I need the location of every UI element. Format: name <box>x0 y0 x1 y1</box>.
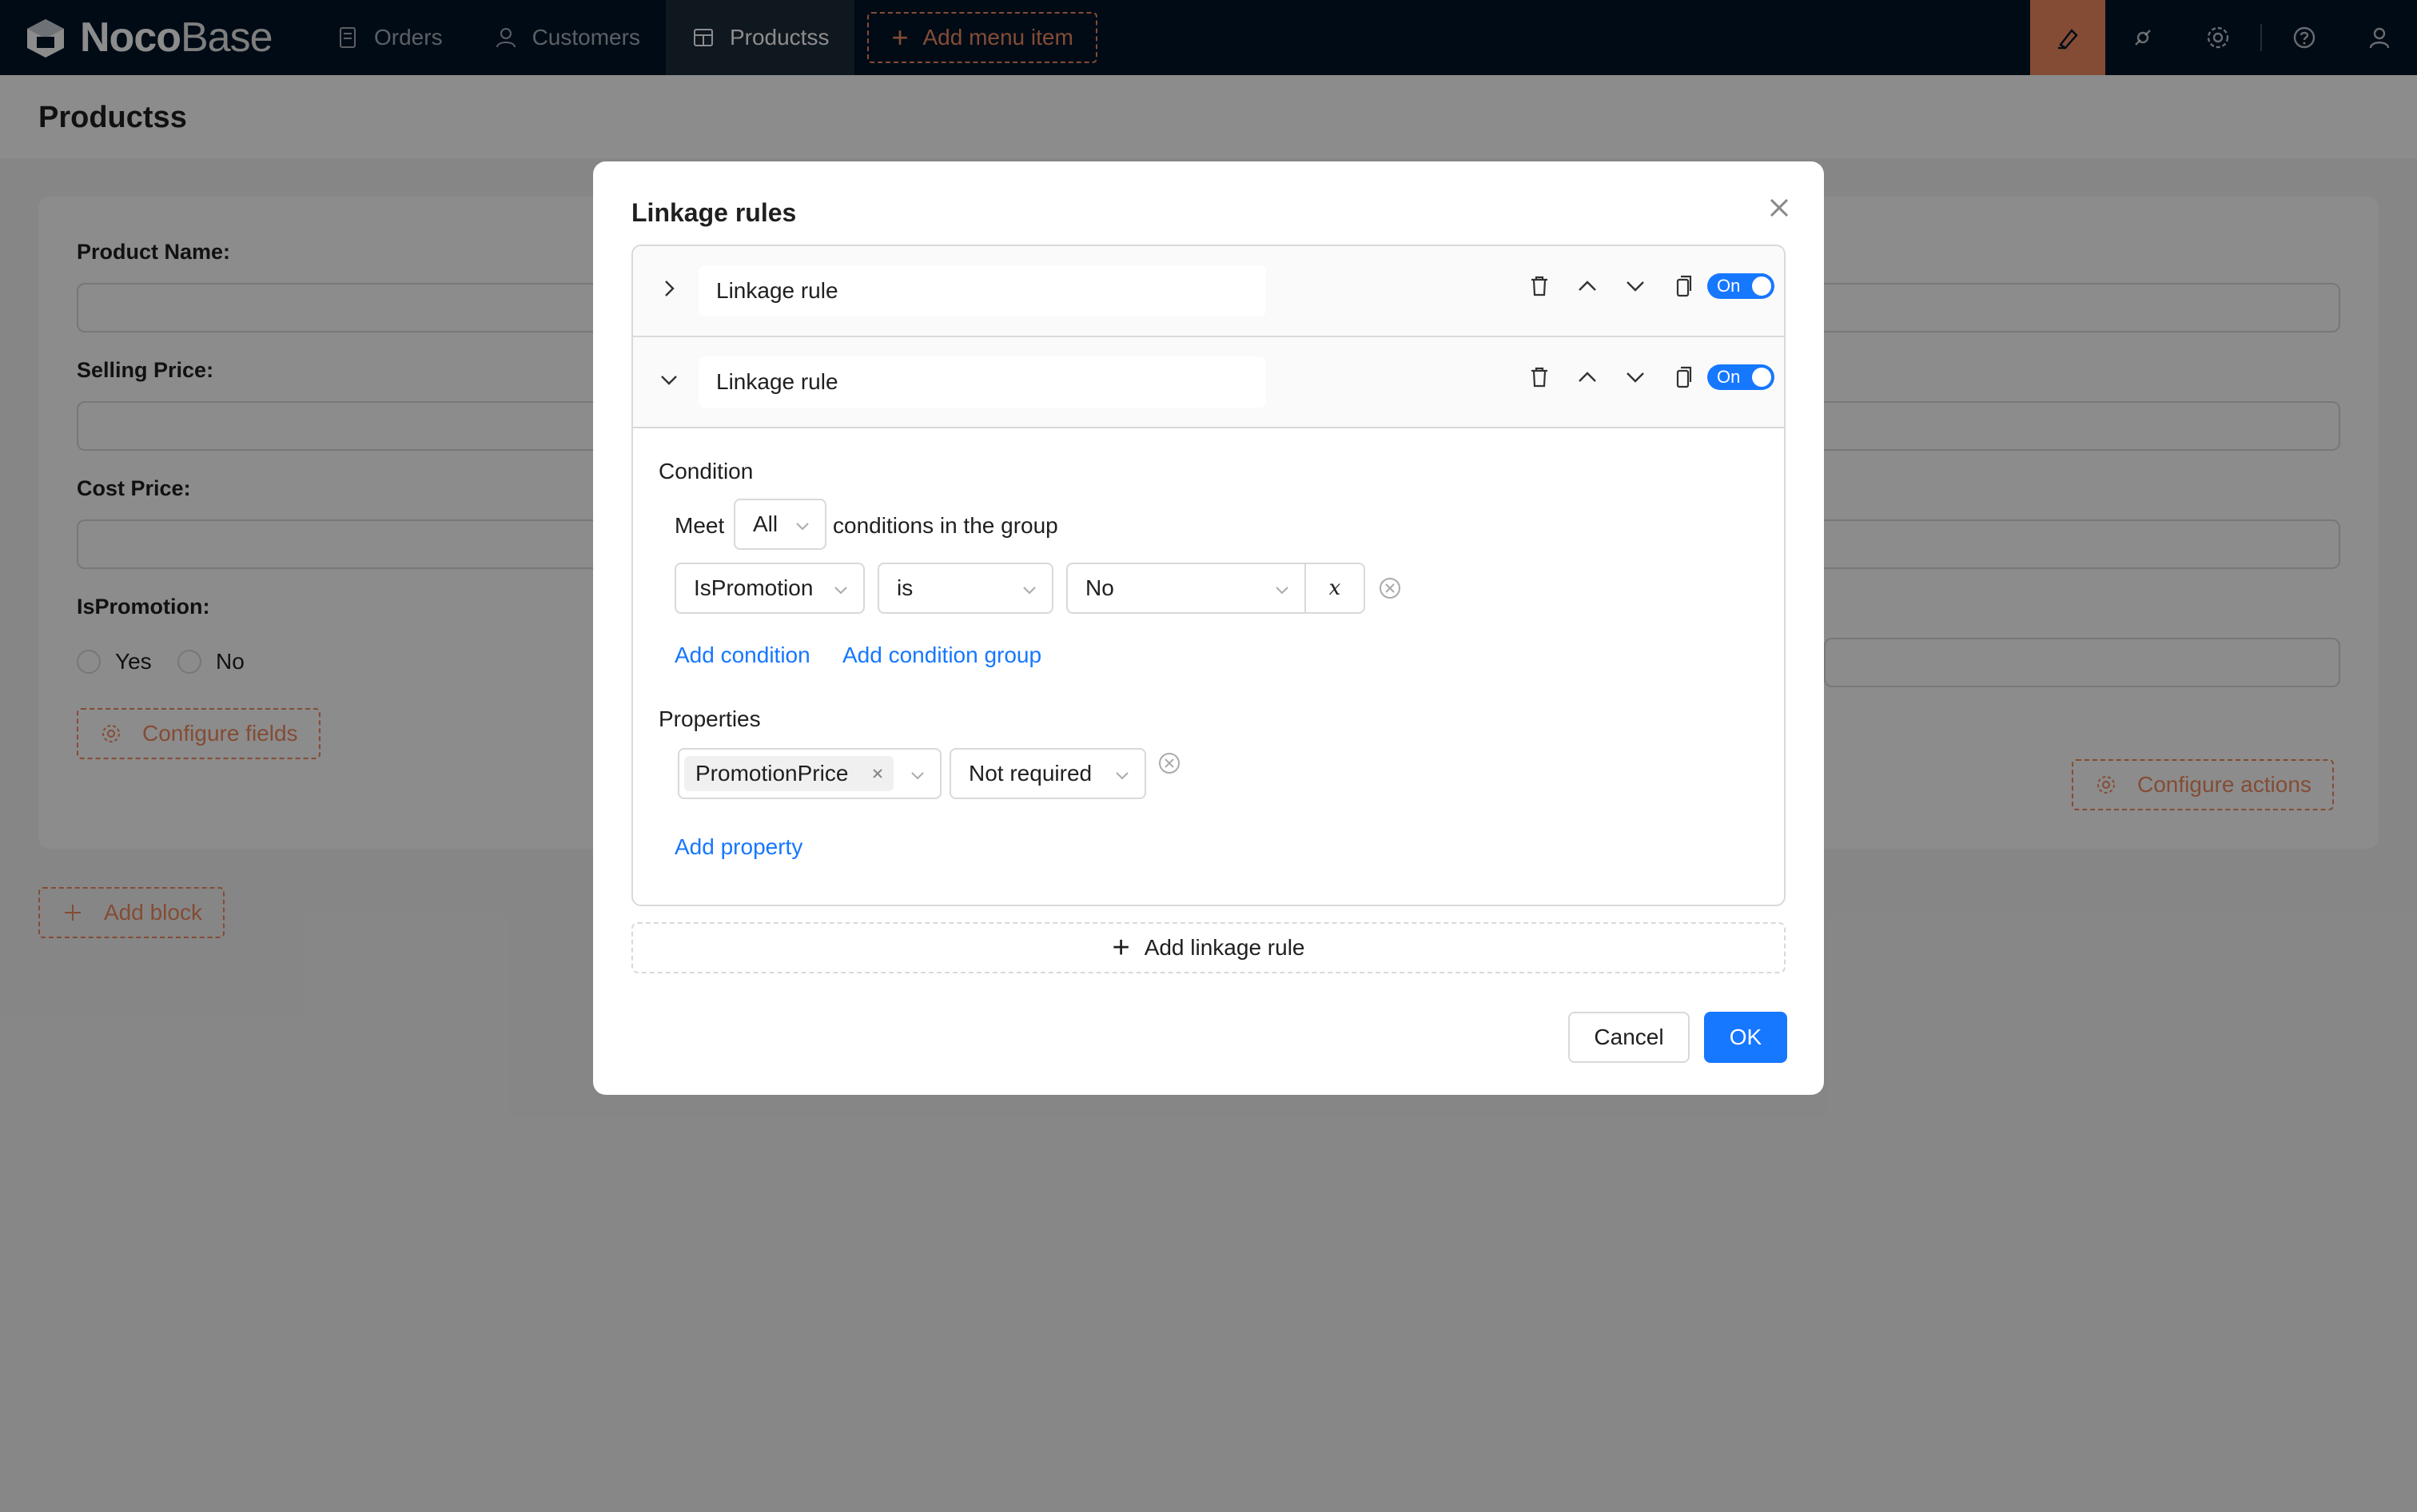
chevron-down-icon <box>1276 587 1288 595</box>
rule-enable-toggle[interactable]: On <box>1707 364 1774 390</box>
condition-section-label: Condition <box>659 459 754 483</box>
copy-icon[interactable] <box>1670 273 1696 299</box>
rule-header-2[interactable]: Linkage rule On <box>633 337 1784 428</box>
close-icon[interactable] <box>870 766 886 782</box>
delete-icon[interactable] <box>1527 273 1552 299</box>
remove-condition-icon[interactable] <box>1378 576 1402 600</box>
move-up-icon[interactable] <box>1575 364 1600 390</box>
rule-enable-toggle[interactable]: On <box>1707 273 1774 299</box>
ok-button[interactable]: OK <box>1704 1012 1787 1063</box>
condition-operator-select[interactable]: is <box>878 563 1053 614</box>
properties-section-label: Properties <box>659 706 761 731</box>
rule-actions: On <box>1527 364 1774 390</box>
chevron-right-icon[interactable] <box>657 277 681 300</box>
add-linkage-rule-label: Add linkage rule <box>1144 935 1305 960</box>
chevron-down-icon <box>1023 587 1036 595</box>
condition-value-select[interactable]: No <box>1066 563 1306 614</box>
chevron-down-icon <box>1116 772 1129 780</box>
cancel-button[interactable]: Cancel <box>1568 1012 1690 1063</box>
rule-header-1[interactable]: Linkage rule On <box>633 246 1784 337</box>
chevron-down-icon <box>834 587 847 595</box>
delete-icon[interactable] <box>1527 364 1552 390</box>
field-tag: PromotionPrice <box>684 756 894 791</box>
rule-name-input[interactable]: Linkage rule <box>699 356 1266 408</box>
remove-property-icon[interactable] <box>1157 751 1181 775</box>
move-up-icon[interactable] <box>1575 273 1600 299</box>
meet-prefix: Meet <box>675 513 725 538</box>
copy-icon[interactable] <box>1670 364 1696 390</box>
logic-select[interactable]: All <box>734 499 826 550</box>
rule-actions: On <box>1527 273 1774 299</box>
add-condition-link[interactable]: Add condition <box>675 643 810 668</box>
chevron-down-icon <box>911 772 924 780</box>
property-value-select[interactable]: Not required <box>950 748 1146 799</box>
plus-icon: + <box>1112 930 1130 965</box>
move-down-icon[interactable] <box>1623 364 1648 390</box>
close-icon[interactable] <box>1762 190 1797 225</box>
chevron-down-icon[interactable] <box>657 368 681 392</box>
variable-button[interactable]: x <box>1304 563 1365 614</box>
linkage-rules-list: Linkage rule On Linkage rule On Conditio… <box>631 245 1786 906</box>
rule-name-input[interactable]: Linkage rule <box>699 265 1266 316</box>
add-condition-group-link[interactable]: Add condition group <box>842 643 1041 668</box>
dialog-title: Linkage rules <box>631 198 797 227</box>
add-linkage-rule-button[interactable]: + Add linkage rule <box>631 922 1786 973</box>
linkage-rules-dialog: Linkage rules Linkage rule On Linkage ru… <box>593 161 1824 1095</box>
add-property-link[interactable]: Add property <box>675 834 802 860</box>
move-down-icon[interactable] <box>1623 273 1648 299</box>
meet-suffix: conditions in the group <box>833 513 1058 538</box>
condition-field-select[interactable]: IsPromotion <box>675 563 865 614</box>
chevron-down-icon <box>796 523 809 531</box>
